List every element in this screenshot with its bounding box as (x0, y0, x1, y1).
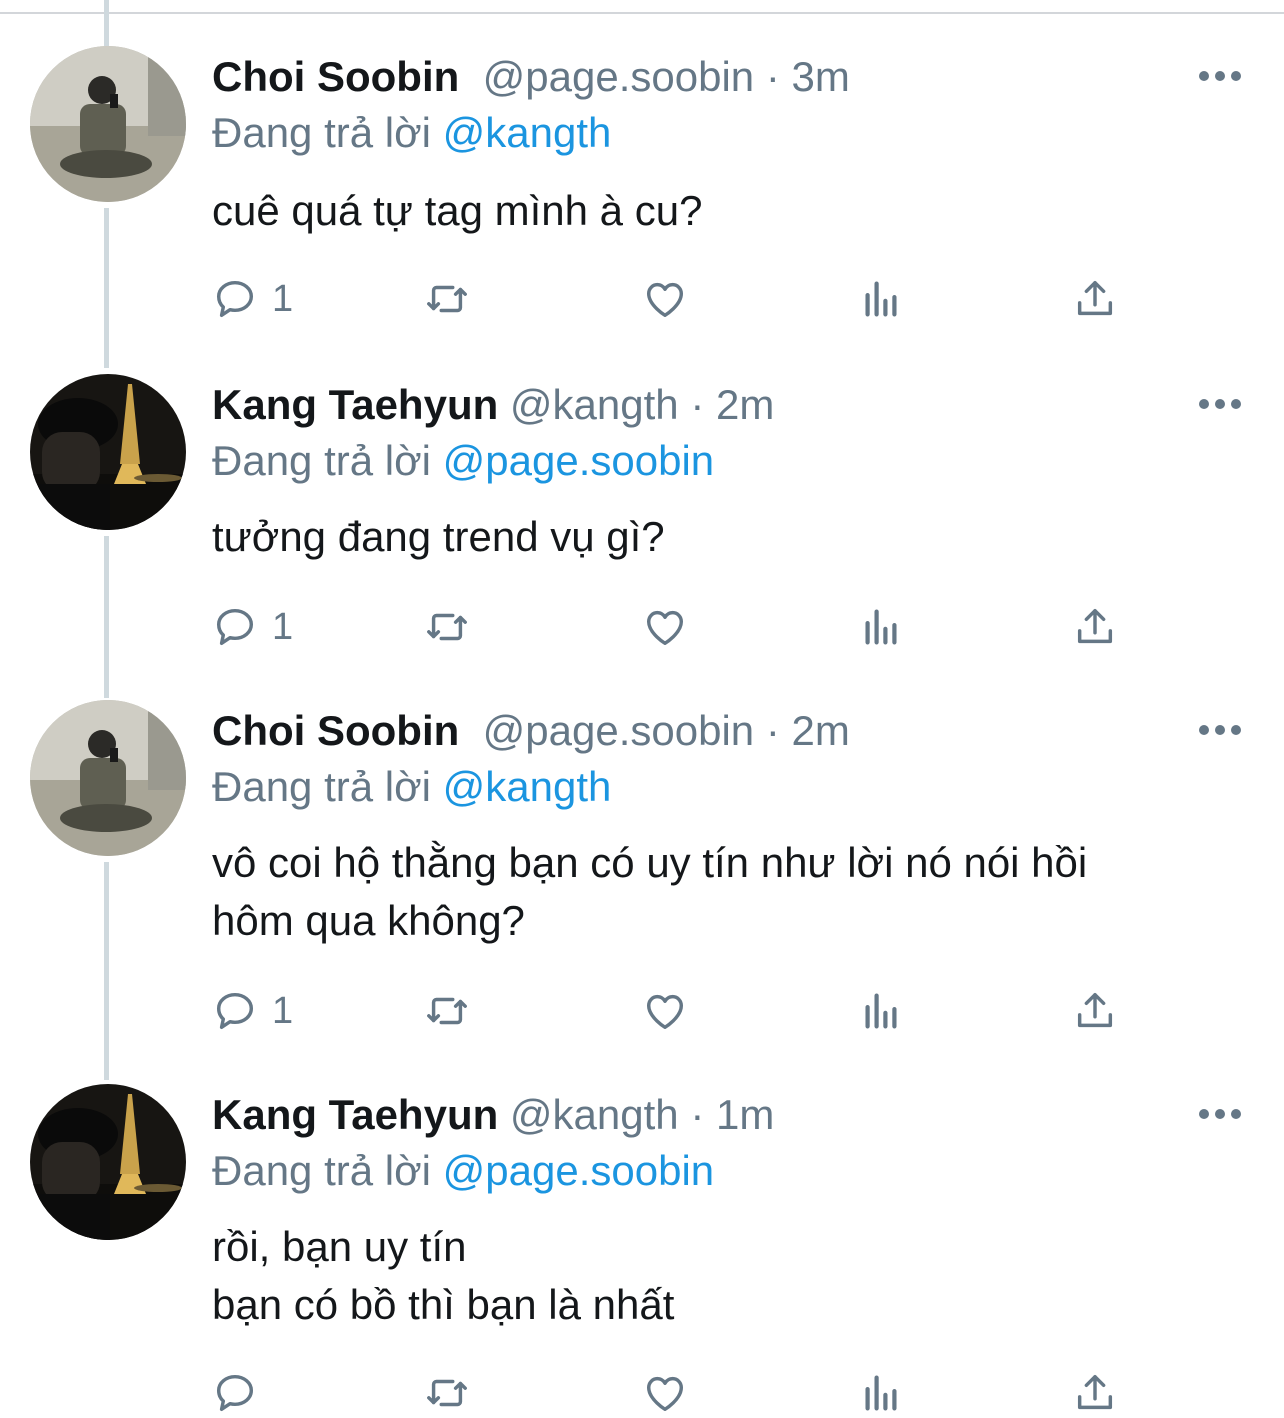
retweet-button[interactable] (424, 1368, 470, 1418)
tweet-text: rồi, bạn uy tín bạn có bồ thì bạn là nhấ… (212, 1223, 675, 1328)
timestamp[interactable]: 1m (716, 1091, 774, 1138)
display-name[interactable]: Kang Taehyun (212, 1091, 498, 1138)
share-icon (1077, 1374, 1113, 1410)
reply-button[interactable] (212, 1368, 272, 1418)
replying-to: Đang trả lời @page.soobin (212, 1146, 714, 1196)
more-icon[interactable] (1195, 1102, 1245, 1126)
tweet-header: Kang Taehyun @kangth · 1m (212, 1090, 774, 1140)
like-icon (646, 1376, 684, 1412)
retweet-icon (427, 1379, 467, 1407)
mention-link[interactable]: @page.soobin (443, 1147, 715, 1194)
avatar[interactable] (30, 1084, 186, 1240)
username[interactable]: @kangth (510, 1091, 679, 1138)
analytics-button[interactable] (858, 1368, 904, 1418)
action-bar (212, 1368, 1132, 1418)
replying-to-label: Đang trả lời (212, 1147, 431, 1194)
reply-icon (216, 1374, 254, 1412)
like-button[interactable] (642, 1368, 688, 1418)
tweet[interactable]: Kang Taehyun @kangth · 1m Đang trả lời @… (0, 0, 1284, 1417)
analytics-icon (865, 1375, 897, 1411)
share-button[interactable] (1072, 1368, 1118, 1418)
separator-dot: · (690, 1091, 705, 1138)
